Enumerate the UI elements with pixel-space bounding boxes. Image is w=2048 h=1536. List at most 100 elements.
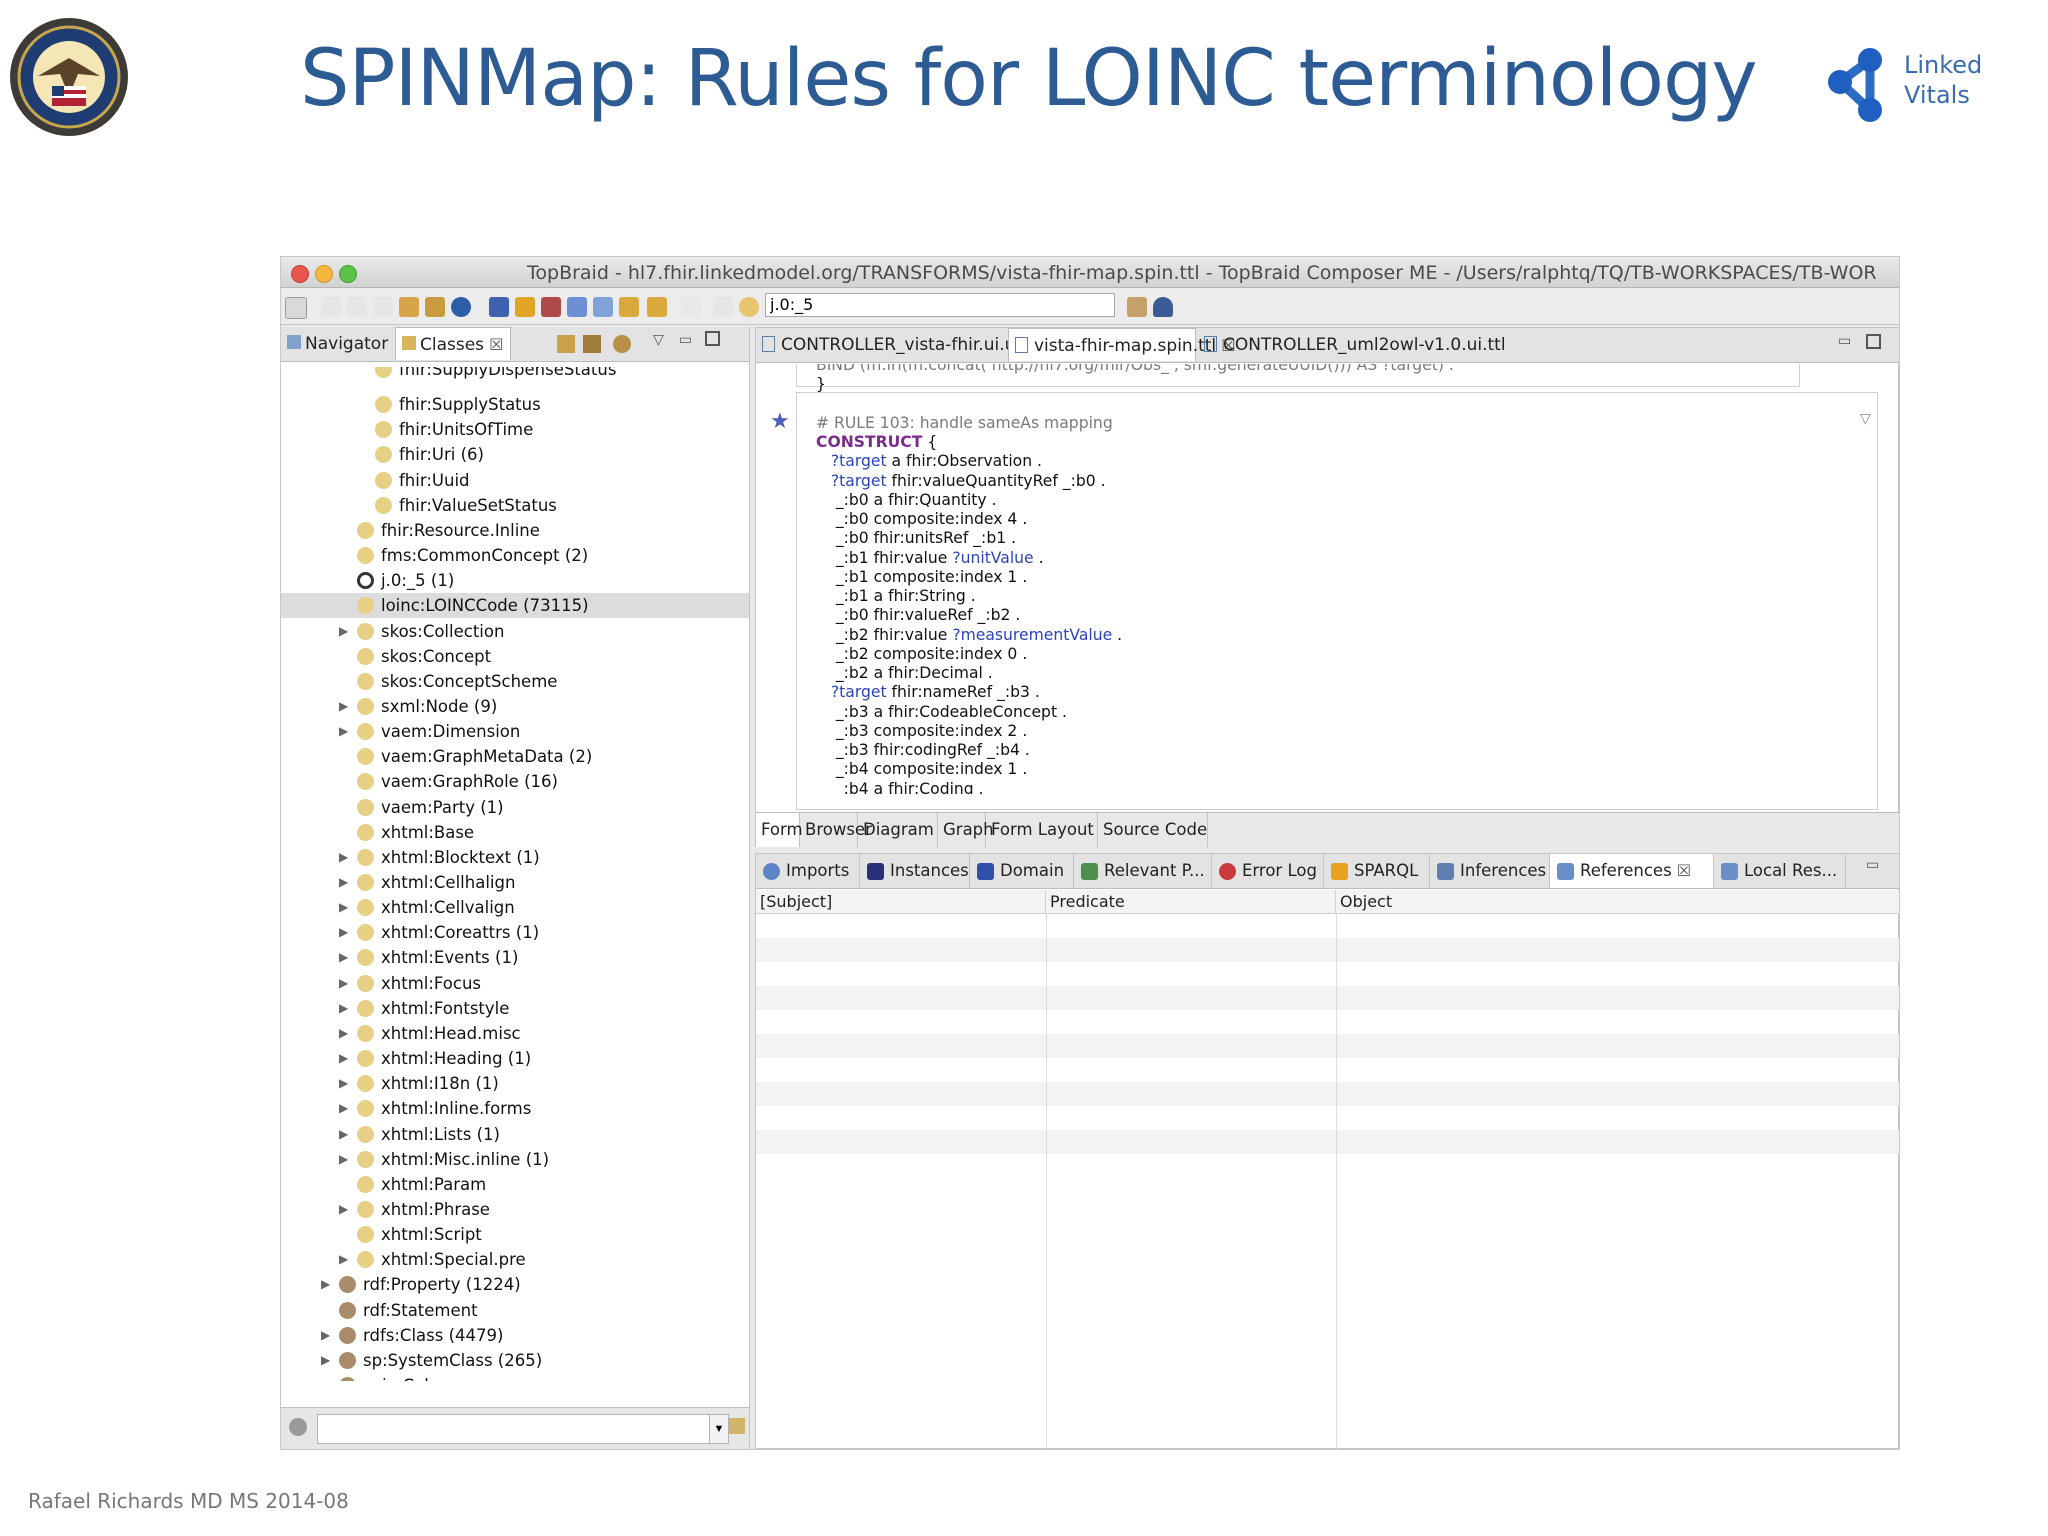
class-tree-item[interactable]: ▶ xhtml:Cellvalign <box>281 895 749 920</box>
zoom-window-button[interactable] <box>339 265 357 283</box>
minimize-panel-icon[interactable]: ▭ <box>679 331 692 348</box>
class-tree-item[interactable]: ▶ xhtml:I18n (1) <box>281 1071 749 1096</box>
expand-arrow-icon[interactable]: ▶ <box>321 1348 330 1373</box>
maximize-panel-icon[interactable] <box>705 331 720 346</box>
expand-arrow-icon[interactable]: ▶ <box>339 845 348 870</box>
editor-view-tab[interactable]: Form <box>756 813 803 847</box>
expand-arrow-icon[interactable]: ▶ <box>339 971 348 996</box>
maximize-editor-icon[interactable] <box>1866 334 1881 349</box>
view-tab[interactable]: Domain <box>970 854 1074 888</box>
back-to-start-icon[interactable] <box>489 297 509 317</box>
class-tree-item[interactable]: ▶ vaem:Dimension <box>281 719 749 744</box>
close-window-button[interactable] <box>291 265 309 283</box>
tab-vista-fhir-map[interactable]: vista-fhir-map.spin.ttl ☒ <box>1008 328 1236 361</box>
create-sibling-icon[interactable] <box>583 335 601 353</box>
class-tree-item[interactable]: ▶ xhtml:Special.pre <box>281 1247 749 1272</box>
class-tree-item[interactable]: ▶ xhtml:Inline.forms <box>281 1096 749 1121</box>
class-tree-item[interactable]: ▶ xhtml:Phrase <box>281 1197 749 1222</box>
expand-arrow-icon[interactable]: ▶ <box>339 1197 348 1222</box>
view-tab[interactable]: SPARQL <box>1324 854 1430 888</box>
class-tree-item[interactable]: spin:Column <box>281 1373 749 1381</box>
class-tree-item[interactable]: ▶ xhtml:Coreattrs (1) <box>281 920 749 945</box>
class-tree-item[interactable]: vaem:Party (1) <box>281 795 749 820</box>
class-tree-item[interactable]: skos:ConceptScheme <box>281 669 749 694</box>
class-tree-item[interactable]: ▶ xhtml:Focus <box>281 971 749 996</box>
run-icon[interactable] <box>451 297 471 317</box>
open-folder-icon[interactable] <box>399 297 419 317</box>
class-tree-item[interactable]: fhir:ValueSetStatus <box>281 493 749 518</box>
expand-arrow-icon[interactable]: ▶ <box>321 1323 330 1348</box>
class-tree-item[interactable]: fhir:Uuid <box>281 468 749 493</box>
class-tree-item[interactable]: ▶ xhtml:Lists (1) <box>281 1122 749 1147</box>
class-tree-item[interactable]: xhtml:Base <box>281 820 749 845</box>
expand-arrow-icon[interactable]: ▶ <box>339 719 348 744</box>
filter-icon[interactable] <box>289 1418 307 1436</box>
expand-arrow-icon[interactable]: ▶ <box>339 694 348 719</box>
tab-navigator[interactable]: Navigator <box>281 327 393 360</box>
expand-arrow-icon[interactable]: ▶ <box>339 870 348 895</box>
user-icon[interactable] <box>1153 297 1173 317</box>
home-icon[interactable] <box>1127 297 1147 317</box>
class-tree-item[interactable]: ▶ rdf:Property (1224) <box>281 1272 749 1297</box>
hierarchy-icon[interactable] <box>541 297 561 317</box>
column-header[interactable]: Predicate <box>1046 890 1336 914</box>
view-tab[interactable]: Instances <box>860 854 970 888</box>
class-tree-item[interactable]: fms:CommonConcept (2) <box>281 543 749 568</box>
close-tab-icon[interactable]: ☒ <box>1672 861 1691 880</box>
resource-search-input[interactable] <box>765 293 1115 317</box>
minimize-views-icon[interactable]: ▭ <box>1866 856 1879 873</box>
editor-view-tab[interactable]: Diagram <box>858 813 938 847</box>
tab-controller-vista-fhir[interactable]: CONTROLLER_vista-fhir.ui.ui.ttlx <box>756 328 1054 361</box>
class-tree-item[interactable]: ▶ xhtml:Misc.inline (1) <box>281 1147 749 1172</box>
print-icon[interactable] <box>373 297 393 317</box>
tab-classes[interactable]: Classes ☒ <box>395 327 511 360</box>
expand-arrow-icon[interactable]: ▶ <box>339 1096 348 1121</box>
back-dropdown-icon[interactable] <box>647 297 667 317</box>
minimize-editor-icon[interactable]: ▭ <box>1838 332 1851 349</box>
class-tree-item[interactable]: rdf:Statement <box>281 1298 749 1323</box>
expand-arrow-icon[interactable]: ▶ <box>339 996 348 1021</box>
class-tree-item[interactable]: ▶ xhtml:Events (1) <box>281 945 749 970</box>
pin-icon[interactable] <box>729 1418 745 1434</box>
view-tab[interactable]: Inferences <box>1430 854 1550 888</box>
view-tab[interactable]: Imports <box>756 854 860 888</box>
import-icon[interactable] <box>425 297 445 317</box>
class-tree-item[interactable]: j.0:_5 (1) <box>281 568 749 593</box>
class-tree-item[interactable]: ▶ sxml:Node (9) <box>281 694 749 719</box>
editor-view-tab[interactable]: Form Layout <box>986 813 1098 847</box>
class-tree-item[interactable]: fhir:SupplyStatus <box>281 392 749 417</box>
class-tree-item[interactable]: skos:Concept <box>281 644 749 669</box>
expand-arrow-icon[interactable]: ▶ <box>339 920 348 945</box>
class-tree-item[interactable]: ▶ xhtml:Cellhalign <box>281 870 749 895</box>
edit-icon[interactable] <box>713 297 733 317</box>
create-subclass-icon[interactable] <box>557 335 575 353</box>
expand-arrow-icon[interactable]: ▶ <box>321 1272 330 1297</box>
bookmark-star-icon[interactable] <box>567 297 587 317</box>
class-tree-item[interactable]: ▶ xhtml:Fontstyle <box>281 996 749 1021</box>
view-tab[interactable]: Relevant P... <box>1074 854 1212 888</box>
warning-icon[interactable] <box>515 297 535 317</box>
spin-rule-code[interactable]: BIND (fn:iri(fn:concat( http://hl7.org/f… <box>816 364 1896 794</box>
expand-arrow-icon[interactable]: ▶ <box>339 1247 348 1272</box>
class-tree-item[interactable]: xhtml:Param <box>281 1172 749 1197</box>
view-menu-icon[interactable]: ▽ <box>653 331 664 348</box>
expand-arrow-icon[interactable]: ▶ <box>339 1071 348 1096</box>
expand-arrow-icon[interactable]: ▶ <box>339 1021 348 1046</box>
new-file-icon[interactable] <box>285 297 307 319</box>
expand-arrow-icon[interactable]: ▶ <box>339 619 348 644</box>
expand-arrow-icon[interactable]: ▶ <box>339 945 348 970</box>
class-tree-item[interactable]: loinc:LOINCCode (73115) <box>281 593 749 619</box>
class-tree-item[interactable]: ▶ xhtml:Heading (1) <box>281 1046 749 1071</box>
delete-class-icon[interactable] <box>613 335 631 353</box>
column-header[interactable]: Object <box>1336 890 1899 914</box>
editor-view-tab[interactable]: Browser <box>800 813 872 847</box>
column-header[interactable]: [Subject] <box>756 890 1046 914</box>
forward-arrow-icon[interactable] <box>681 297 701 317</box>
view-tab[interactable]: References ☒ <box>1550 854 1714 888</box>
tab-controller-uml2owl[interactable]: CONTROLLER_uml2owl-v1.0.ui.ttl <box>1198 328 1506 361</box>
back-arrow-icon[interactable] <box>619 297 639 317</box>
class-tree-item[interactable]: vaem:GraphRole (16) <box>281 769 749 794</box>
class-tree-item[interactable]: fhir:UnitsOfTime <box>281 417 749 442</box>
class-tree-item[interactable]: vaem:GraphMetaData (2) <box>281 744 749 769</box>
expand-arrow-icon[interactable]: ▶ <box>339 895 348 920</box>
